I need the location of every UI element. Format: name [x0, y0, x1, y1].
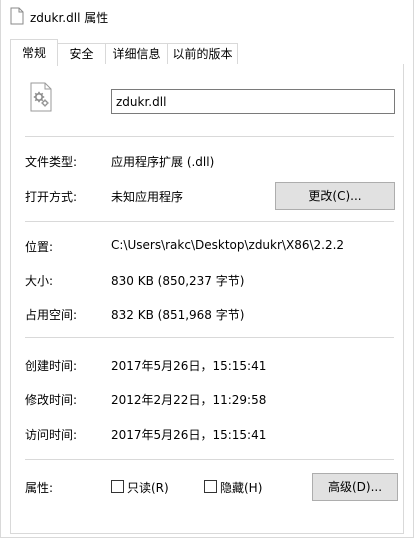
modified-value: 2012年2月22日，11:29:58 [111, 393, 267, 407]
created-label: 创建时间: [25, 359, 78, 373]
created-value: 2017年5月26日，15:15:41 [111, 359, 267, 373]
readonly-checkbox-box[interactable] [111, 480, 124, 493]
size-on-disk-value: 832 KB (851,968 字节) [111, 308, 245, 322]
size-label: 大小: [25, 274, 54, 288]
divider [25, 459, 394, 460]
tab-details[interactable]: 详细信息 [105, 43, 168, 65]
readonly-label[interactable]: 只读(R) [127, 479, 169, 496]
location-value: C:\Users\rakc\Desktop\zdukr\X86\2.2.2 [111, 238, 345, 252]
settings-file-icon [30, 82, 52, 112]
file-type-value: 应用程序扩展 (.dll) [111, 155, 215, 169]
tab-general[interactable]: 常规 [10, 39, 58, 66]
attributes-label: 属性: [25, 481, 54, 495]
divider [25, 221, 394, 222]
divider [25, 337, 394, 338]
hidden-label[interactable]: 隐藏(H) [220, 479, 262, 496]
file-type-label: 文件类型: [25, 155, 78, 169]
divider [25, 136, 394, 137]
modified-label: 修改时间: [25, 393, 78, 407]
open-with-label: 打开方式: [25, 190, 78, 204]
tab-security[interactable]: 安全 [57, 43, 106, 65]
window-title: zdukr.dll 属性 [30, 11, 109, 25]
title-bar[interactable]: zdukr.dll 属性 [1, 0, 413, 36]
tab-previous-versions[interactable]: 以前的版本 [167, 43, 238, 65]
advanced-button[interactable]: 高级(D)... [312, 473, 398, 501]
change-button[interactable]: 更改(C)... [275, 182, 395, 210]
open-with-value: 未知应用程序 [111, 190, 184, 204]
document-icon [10, 7, 24, 25]
properties-window: zdukr.dll 属性 常规 安全 详细信息 以前的版本 zdukr.dll … [0, 0, 414, 538]
accessed-value: 2017年5月26日，15:15:41 [111, 428, 267, 442]
size-value: 830 KB (850,237 字节) [111, 274, 245, 288]
accessed-label: 访问时间: [25, 428, 78, 442]
location-label: 位置: [25, 240, 54, 254]
hidden-checkbox-box[interactable] [204, 480, 217, 493]
tab-panel-general [10, 64, 404, 534]
size-on-disk-label: 占用空间: [25, 308, 78, 322]
filename-input[interactable] [111, 89, 395, 114]
